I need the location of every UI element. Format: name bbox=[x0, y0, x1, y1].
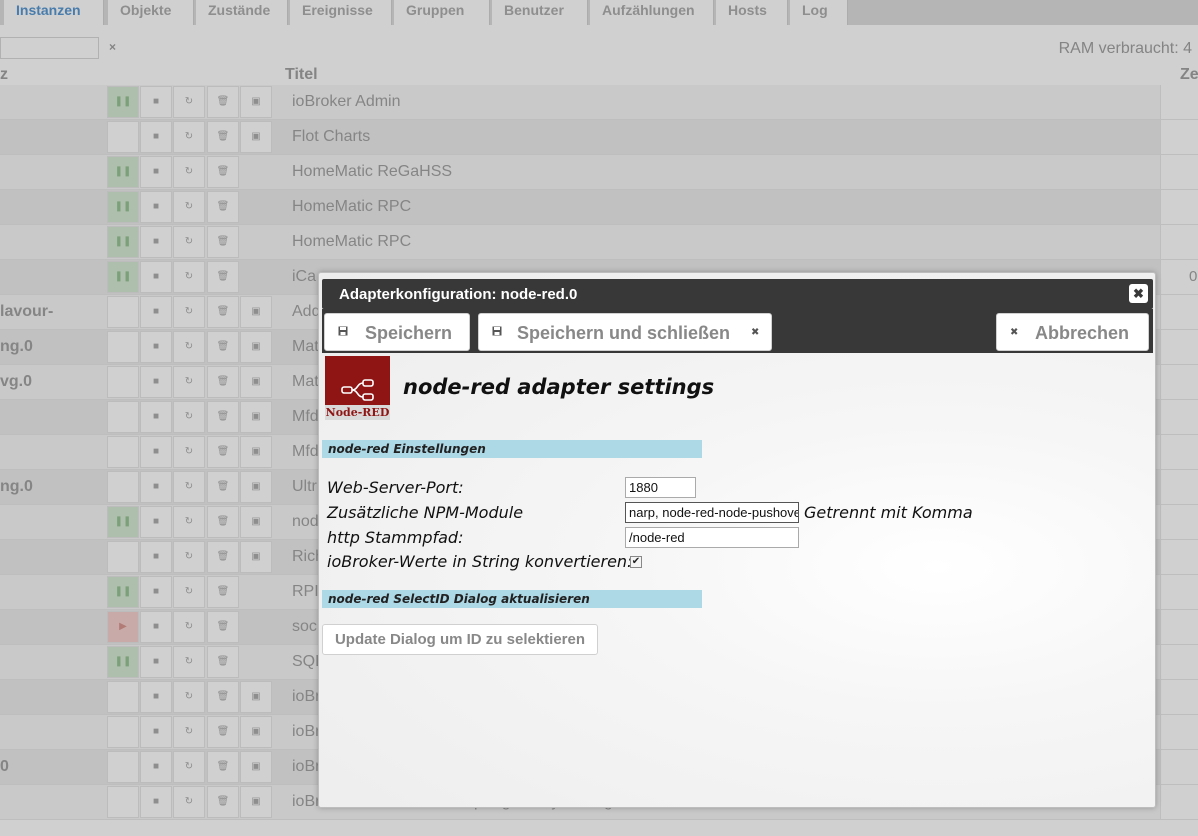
convert-values-label: ioBroker-Werte in String konvertieren: bbox=[327, 552, 633, 571]
section-header-selectid: node-red SelectID Dialog aktualisieren bbox=[322, 590, 702, 608]
close-icon: ✖ bbox=[751, 327, 760, 338]
port-label: Web-Server-Port: bbox=[327, 478, 464, 497]
floppy-disk-icon bbox=[492, 326, 502, 339]
dialog-toolbar: Speichern Speichern und schließen ✖ ✖ Ab… bbox=[322, 309, 1153, 353]
page-title: node-red adapter settings bbox=[403, 375, 715, 399]
close-icon[interactable]: ✖ bbox=[1129, 284, 1148, 303]
cancel-button[interactable]: ✖ Abbrechen bbox=[996, 313, 1149, 351]
http-root-input[interactable]: /node-red bbox=[625, 527, 799, 548]
convert-values-checkbox[interactable]: ✔ bbox=[630, 556, 642, 568]
npm-modules-hint: Getrennt mit Komma bbox=[804, 503, 973, 522]
port-input[interactable]: 1880 bbox=[625, 477, 696, 498]
node-red-flow-icon bbox=[341, 379, 374, 401]
dialog-title: Adapterkonfiguration: node-red.0 bbox=[339, 286, 578, 303]
logo-text: Node-RED bbox=[325, 405, 390, 420]
http-root-label: http Stammpfad: bbox=[327, 528, 464, 547]
node-red-logo: Node-RED bbox=[325, 356, 390, 420]
save-and-close-label: Speichern und schließen bbox=[517, 323, 731, 343]
section-header-settings: node-red Einstellungen bbox=[322, 440, 702, 458]
floppy-disk-icon bbox=[338, 326, 348, 339]
cancel-button-label: Abbrechen bbox=[1035, 323, 1130, 343]
save-button[interactable]: Speichern bbox=[324, 313, 470, 351]
adapter-config-dialog: Adapterkonfiguration: node-red.0 ✖ Speic… bbox=[318, 272, 1156, 808]
npm-modules-label: Zusätzliche NPM-Module bbox=[327, 503, 524, 522]
npm-modules-input[interactable]: narp, node-red-node-pushover bbox=[625, 502, 799, 523]
save-button-label: Speichern bbox=[365, 323, 453, 343]
save-and-close-button[interactable]: Speichern und schließen ✖ bbox=[478, 313, 772, 351]
close-icon: ✖ bbox=[1010, 327, 1019, 338]
update-dialog-button[interactable]: Update Dialog um ID zu selektieren bbox=[322, 624, 598, 655]
dialog-titlebar: Adapterkonfiguration: node-red.0 ✖ bbox=[322, 279, 1153, 309]
